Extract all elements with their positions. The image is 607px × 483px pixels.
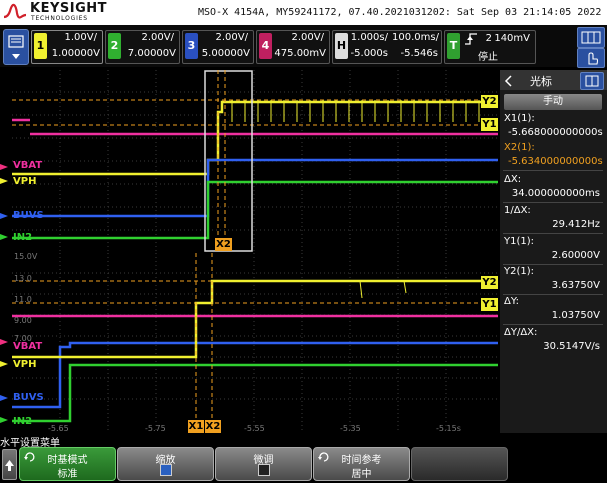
trace-label-vph-lower: VPH bbox=[13, 359, 37, 370]
channel-1-offset: 1.00000V bbox=[51, 48, 100, 59]
zoom-time-label: -5.65 bbox=[48, 424, 69, 433]
trace-label-vph-upper: VPH bbox=[13, 176, 37, 187]
channel-3-scale: 2.00V/ bbox=[215, 32, 248, 43]
softkey-label: 时基模式 bbox=[47, 455, 88, 466]
panel-collapse-button[interactable] bbox=[503, 73, 515, 87]
zoom-checkbox[interactable] bbox=[160, 464, 172, 476]
trigger-state: 停止 bbox=[478, 52, 498, 63]
y1-label: Y1(1): bbox=[504, 236, 535, 247]
instrument-title: MSO-X 4154A, MY59241172, 07.40.202103120… bbox=[198, 7, 602, 18]
separator bbox=[503, 202, 603, 203]
brand-name: KEYSIGHT bbox=[30, 1, 107, 16]
channel-2-number: 2 bbox=[108, 33, 121, 59]
menu-icon bbox=[8, 35, 24, 59]
chevron-left-icon bbox=[504, 75, 512, 87]
trace-label-vbat-lower: VBAT bbox=[13, 341, 43, 352]
zoom-scale-label: 13.0 bbox=[14, 274, 32, 283]
trigger-edge-icon bbox=[465, 33, 477, 45]
cursor-mode-label: 手动 bbox=[543, 96, 563, 107]
softkey-value: 居中 bbox=[351, 469, 372, 480]
y1-value: 2.60000V bbox=[551, 250, 600, 261]
delta-y-label: ΔY: bbox=[504, 296, 519, 307]
horizontal-label: H bbox=[335, 33, 348, 59]
separator bbox=[503, 324, 603, 325]
marker-x2-upper[interactable]: X2 bbox=[215, 238, 232, 251]
marker-y2-upper[interactable]: Y2 bbox=[481, 95, 498, 108]
dy-dx-label: ΔY/ΔX: bbox=[504, 327, 538, 338]
softkey-fine[interactable]: 微调 bbox=[215, 447, 312, 481]
x2-label: X2(1): bbox=[504, 142, 535, 153]
y2-value: 3.63750V bbox=[551, 280, 600, 291]
trace-label-buvs-lower: BUVS bbox=[13, 392, 44, 403]
menu-back-button[interactable] bbox=[2, 449, 17, 480]
channel-1-scale: 1.00V/ bbox=[64, 32, 97, 43]
hand-touch-icon bbox=[588, 52, 599, 65]
trace-label-buvs-upper: BUVS bbox=[13, 210, 44, 221]
delta-x-label: ΔX: bbox=[504, 174, 522, 185]
cursor-panel-title: 光标 bbox=[530, 75, 552, 88]
separator bbox=[503, 294, 603, 295]
x2-value: -5.634000000000s bbox=[508, 156, 603, 167]
channel-4-offset: 475.00mV bbox=[274, 48, 326, 59]
inv-delta-x-value: 29.412Hz bbox=[552, 219, 600, 230]
trace-label-in2-lower: IN2 bbox=[13, 416, 33, 427]
zoom-icon bbox=[581, 31, 601, 44]
delta-y-value: 1.03750V bbox=[551, 310, 600, 321]
trigger-level: 140mV bbox=[494, 33, 530, 44]
channel-2-scale: 2.00V/ bbox=[141, 32, 174, 43]
zoom-scale-label: 11.0 bbox=[14, 295, 32, 304]
cursor-icon bbox=[585, 75, 599, 87]
x1-value: -5.668000000000s bbox=[508, 127, 603, 138]
separator bbox=[503, 233, 603, 234]
marker-x2-lower[interactable]: X2 bbox=[205, 420, 221, 433]
horizontal-delay: -5.000s bbox=[350, 48, 388, 59]
zoom-scale-label: 9.00 bbox=[14, 316, 32, 325]
separator bbox=[503, 170, 603, 171]
main-menu-button[interactable] bbox=[3, 29, 29, 65]
softkey-value: 标准 bbox=[57, 469, 78, 480]
main-waveform-window[interactable] bbox=[0, 70, 500, 252]
zoom-time-label: -5.55 bbox=[244, 424, 265, 433]
inv-delta-x-label: 1/ΔX: bbox=[504, 205, 531, 216]
x1-label: X1(1): bbox=[504, 113, 535, 124]
marker-y1-lower[interactable]: Y1 bbox=[481, 298, 498, 311]
y2-label: Y2(1): bbox=[504, 266, 535, 277]
softkey-zoom[interactable]: 缩放 bbox=[117, 447, 214, 481]
zoom-toggle-button[interactable] bbox=[577, 27, 605, 48]
channel-4-number: 4 bbox=[259, 33, 272, 59]
softkey-time-mode[interactable]: 时基模式 标准 bbox=[19, 447, 116, 481]
delta-x-value: 34.000000000ms bbox=[511, 188, 600, 199]
channel-3-number: 3 bbox=[185, 33, 198, 59]
marker-y2-lower[interactable]: Y2 bbox=[481, 276, 498, 289]
zoom-time-label: -5.15s bbox=[436, 424, 461, 433]
horizontal-scale: 1.000s/ bbox=[350, 32, 388, 43]
marker-x1-lower[interactable]: X1 bbox=[188, 420, 204, 433]
zoom-delay: -5.546s bbox=[400, 48, 438, 59]
dy-dx-value: 30.5147V/s bbox=[543, 341, 600, 352]
trace-label-in2-upper: IN2 bbox=[13, 232, 33, 243]
zoom-time-label: -5.35 bbox=[340, 424, 361, 433]
channel-4-scale: 2.00V/ bbox=[291, 32, 324, 43]
arrow-up-icon bbox=[5, 460, 14, 471]
cursor-knob-button[interactable] bbox=[580, 72, 604, 90]
keysight-logo-icon bbox=[3, 3, 27, 19]
trigger-label: T bbox=[447, 33, 460, 59]
fine-checkbox[interactable] bbox=[258, 464, 270, 476]
cursor-mode-button[interactable]: 手动 bbox=[504, 94, 602, 110]
zoom-waveform-window[interactable] bbox=[0, 253, 500, 433]
channel-1-number: 1 bbox=[34, 33, 47, 59]
marker-y1-upper[interactable]: Y1 bbox=[481, 118, 498, 131]
softkey-time-reference[interactable]: 时间参考 居中 bbox=[313, 447, 410, 481]
brand-subtitle: TECHNOLOGIES bbox=[31, 15, 88, 22]
zoom-scale-label: 15.0V bbox=[14, 252, 38, 261]
softkey-label: 时间参考 bbox=[341, 455, 382, 466]
zoom-scale: 100.0ms/ bbox=[392, 32, 439, 43]
touch-button[interactable] bbox=[577, 48, 605, 68]
softkey-empty[interactable] bbox=[411, 447, 508, 481]
channel-2-offset: 7.00000V bbox=[127, 48, 176, 59]
separator bbox=[503, 264, 603, 265]
zoom-time-label: -5.75 bbox=[145, 424, 166, 433]
trace-label-vbat-upper: VBAT bbox=[13, 160, 43, 171]
channel-3-offset: 5.00000V bbox=[201, 48, 250, 59]
